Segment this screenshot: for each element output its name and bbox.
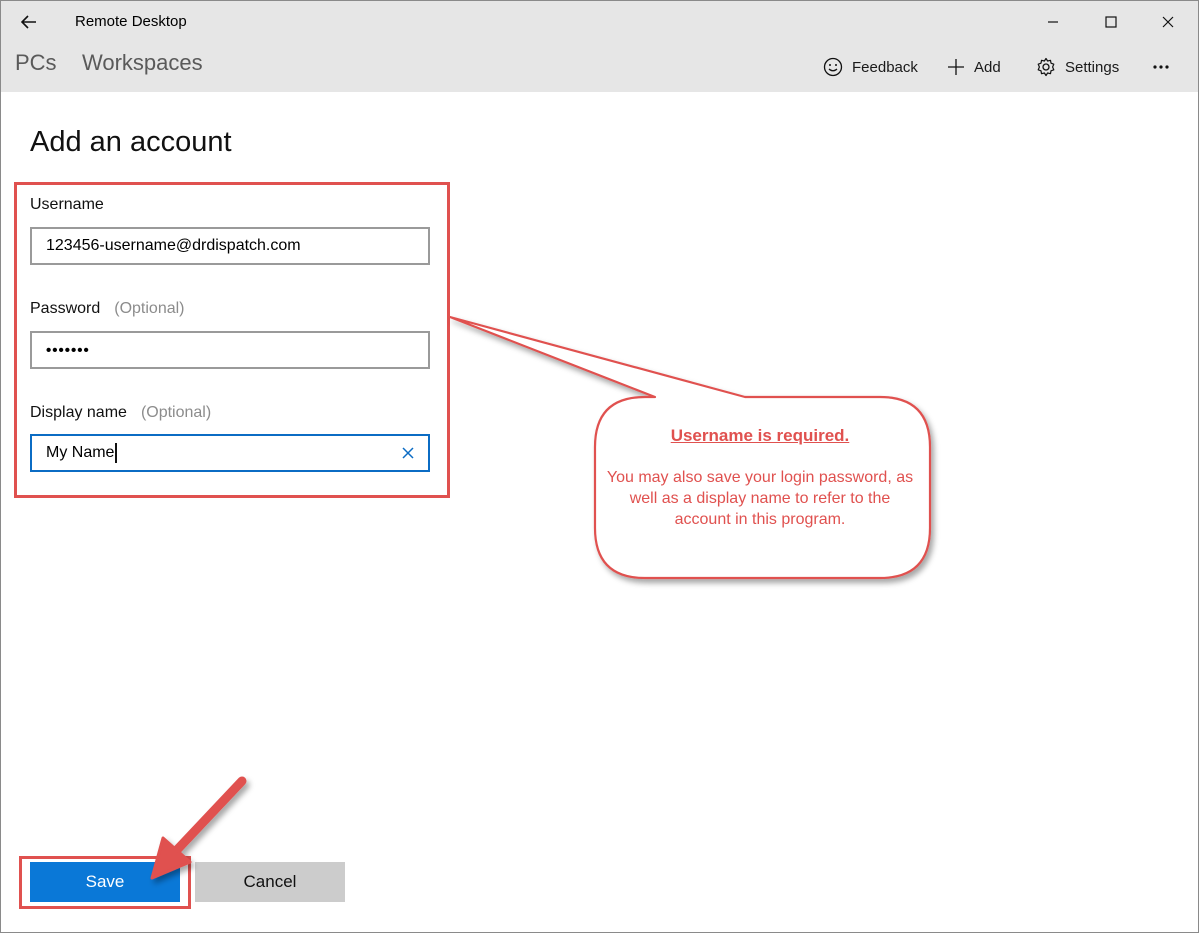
callout-text: Username is required. You may also save … (600, 425, 920, 530)
red-arrow-icon (150, 776, 247, 880)
callout-body: You may also save your login password, a… (606, 469, 914, 528)
callout-heading: Username is required. (670, 426, 850, 445)
